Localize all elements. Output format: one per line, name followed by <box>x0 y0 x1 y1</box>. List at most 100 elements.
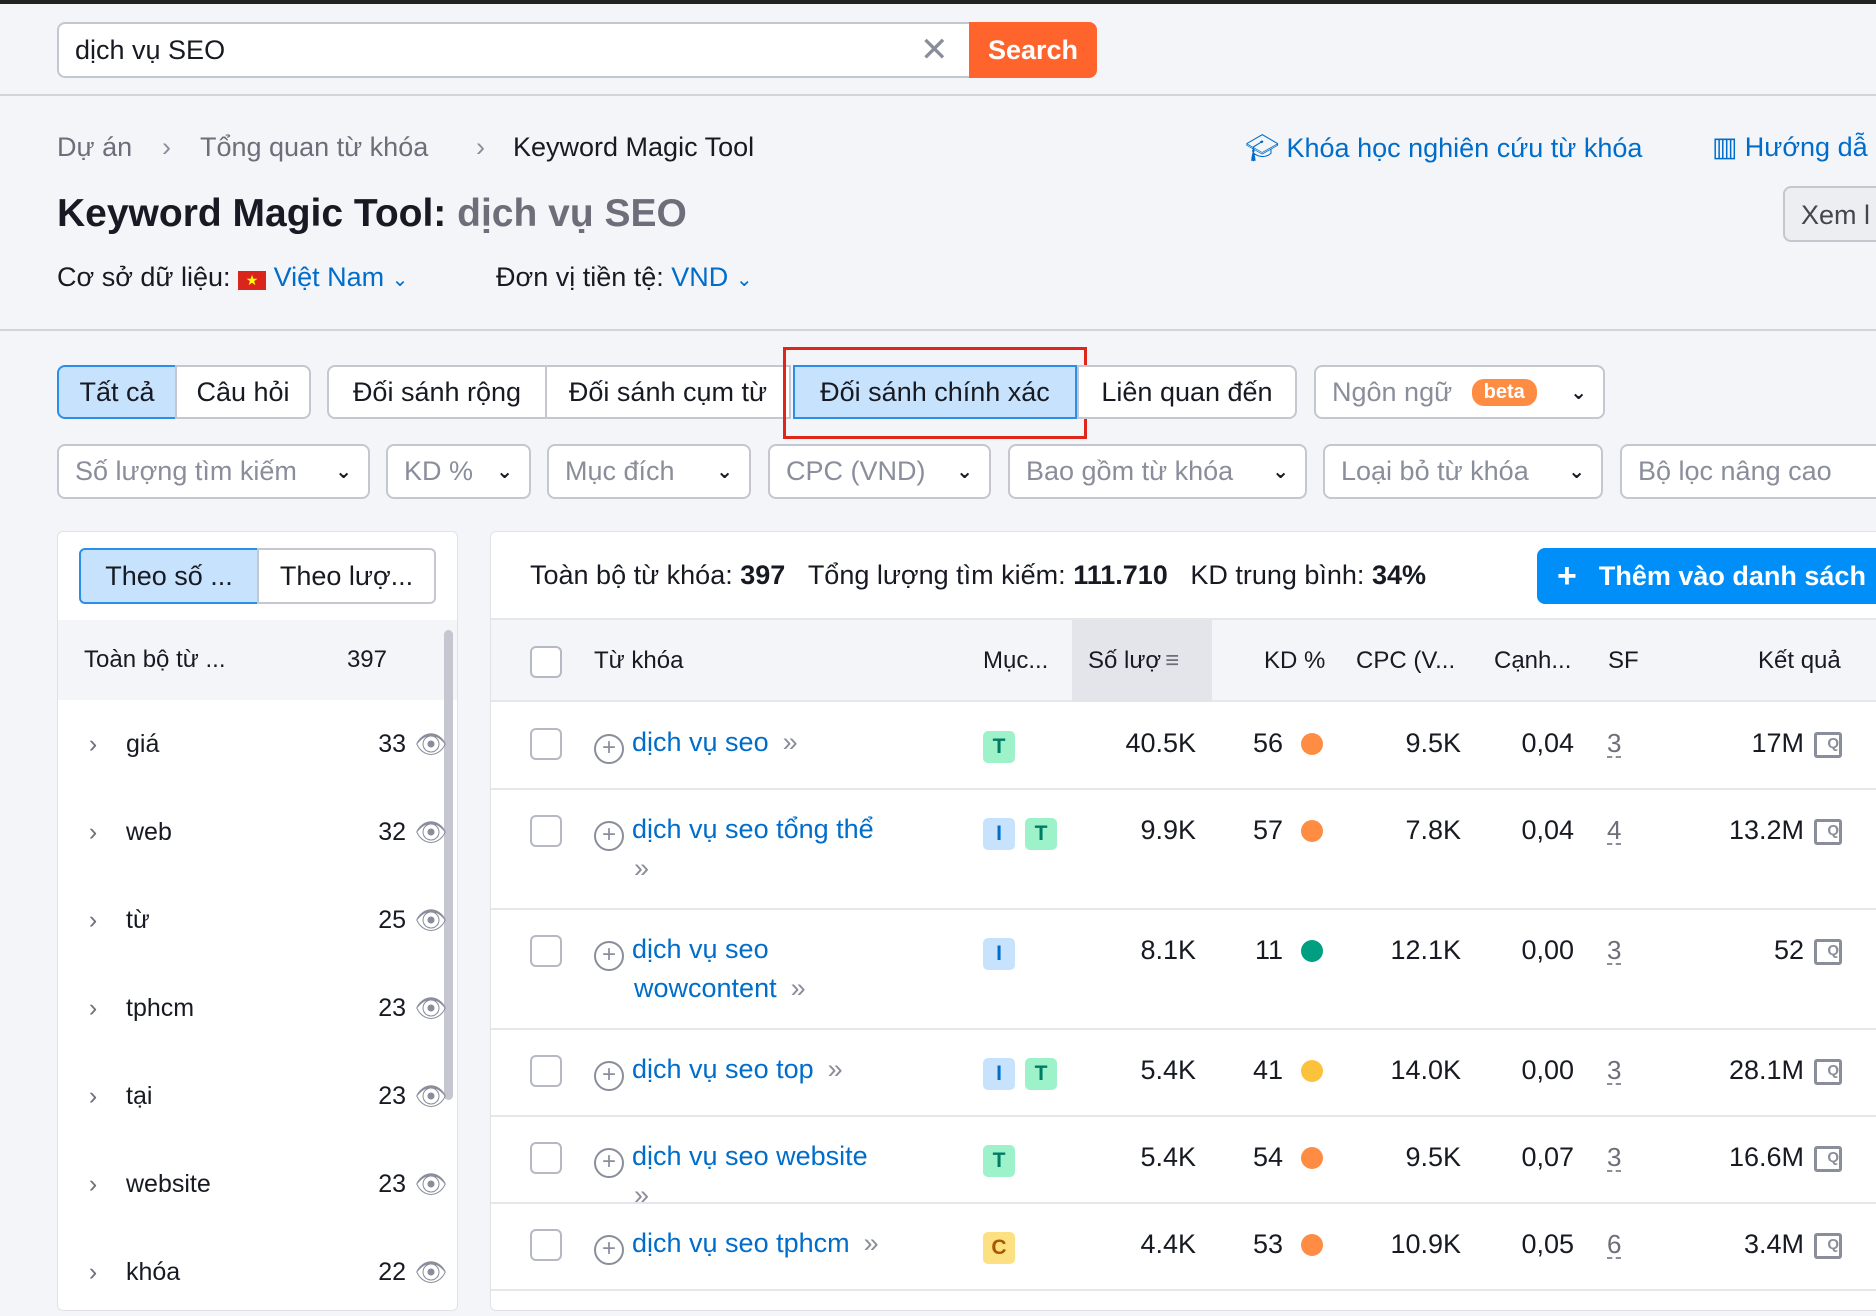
chevron-right-icon[interactable]: › <box>58 1258 108 1287</box>
add-keyword-icon[interactable]: + <box>594 1061 624 1091</box>
chevron-right-icon[interactable]: › <box>58 730 108 759</box>
double-chevron-icon[interactable]: » <box>783 727 798 757</box>
tab-all[interactable]: Tất cả <box>57 365 177 419</box>
keyword-group-item[interactable]: › khóa 22 👁︎ <box>58 1228 456 1316</box>
breadcrumb-overview[interactable]: Tổng quan từ khóa <box>200 132 428 163</box>
keyword-link[interactable]: dịch vụ seo tphcm <box>632 1228 850 1258</box>
row-checkbox[interactable] <box>530 815 562 847</box>
tab-phrase-match[interactable]: Đối sánh cụm từ <box>545 365 791 419</box>
add-to-list-button[interactable]: + Thêm vào danh sách <box>1537 548 1876 604</box>
tab-questions[interactable]: Câu hỏi <box>175 365 311 419</box>
row-checkbox[interactable] <box>530 1229 562 1261</box>
header-sf[interactable]: SF <box>1608 620 1639 702</box>
header-keyword[interactable]: Từ khóa <box>594 620 683 702</box>
group-count: 23 <box>378 1169 406 1198</box>
guide-link[interactable]: ▥ Hướng dẫ <box>1712 132 1868 163</box>
keyword-group-item[interactable]: › giá 33 👁︎ <box>58 700 456 788</box>
serp-icon[interactable]: Q <box>1814 1146 1842 1172</box>
chevron-down-icon: ⌄ <box>956 461 973 483</box>
database-selector[interactable]: Cơ sở dữ liệu: ★ Việt Nam ⌄ <box>57 262 408 293</box>
row-checkbox[interactable] <box>530 728 562 760</box>
filter-kd[interactable]: KD % ⌄ <box>386 444 531 499</box>
eye-icon[interactable]: 👁︎ <box>406 993 456 1024</box>
keyword-group-item[interactable]: › tphcm 23 👁︎ <box>58 964 456 1052</box>
keyword-cell: + dịch vụ seo » <box>594 725 974 764</box>
tab-exact-match[interactable]: Đối sánh chính xác <box>793 365 1077 419</box>
tab-related[interactable]: Liên quan đến <box>1077 365 1297 419</box>
kd-indicator-dot <box>1301 733 1323 755</box>
chevron-right-icon[interactable]: › <box>58 994 108 1023</box>
add-keyword-icon[interactable]: + <box>594 821 624 851</box>
tab-broad-match[interactable]: Đối sánh rộng <box>327 365 547 419</box>
chevron-right-icon[interactable]: › <box>58 1082 108 1111</box>
view-button[interactable]: Xem l <box>1783 186 1876 242</box>
select-all-checkbox[interactable] <box>530 646 562 678</box>
eye-icon[interactable]: 👁︎ <box>406 817 456 848</box>
filter-exclude[interactable]: Loại bỏ từ khóa ⌄ <box>1323 444 1603 499</box>
filter-advanced[interactable]: Bộ lọc nâng cao⌄ <box>1620 444 1876 499</box>
eye-icon[interactable]: 👁︎ <box>406 1257 456 1288</box>
keyword-link[interactable]: dịch vụ seo top <box>632 1054 814 1084</box>
serp-icon[interactable]: Q <box>1814 1233 1842 1259</box>
filter-include[interactable]: Bao gồm từ khóa ⌄ <box>1008 444 1307 499</box>
double-chevron-icon[interactable]: » <box>791 973 806 1003</box>
chevron-right-icon[interactable]: › <box>58 818 108 847</box>
header-competition[interactable]: Cạnh... <box>1494 620 1571 702</box>
keyword-link[interactable]: dịch vụ seo <box>632 727 769 757</box>
header-intent[interactable]: Mục... <box>983 620 1048 702</box>
sf-cell[interactable]: 3 <box>1607 937 1622 965</box>
double-chevron-icon[interactable]: » <box>864 1228 879 1258</box>
double-chevron-icon[interactable]: » <box>634 853 649 883</box>
sf-cell[interactable]: 6 <box>1607 1231 1622 1259</box>
double-chevron-icon[interactable]: » <box>828 1054 843 1084</box>
add-keyword-icon[interactable]: + <box>594 941 624 971</box>
toggle-by-count[interactable]: Theo số ... <box>79 548 259 604</box>
keyword-group-item[interactable]: › web 32 👁︎ <box>58 788 456 876</box>
keyword-group-item[interactable]: › từ 25 👁︎ <box>58 876 456 964</box>
serp-icon[interactable]: Q <box>1814 1059 1842 1085</box>
keyword-link[interactable]: dịch vụ seo <box>632 934 769 964</box>
sf-cell[interactable]: 3 <box>1607 1144 1622 1172</box>
sf-cell[interactable]: 4 <box>1607 817 1622 845</box>
keyword-link[interactable]: dịch vụ seo website <box>632 1141 868 1171</box>
row-checkbox[interactable] <box>530 1142 562 1174</box>
serp-icon[interactable]: Q <box>1814 939 1842 965</box>
sf-cell[interactable]: 3 <box>1607 1057 1622 1085</box>
keyword-link[interactable]: dịch vụ seo tổng thể <box>632 814 874 844</box>
eye-icon[interactable]: 👁︎ <box>406 1081 456 1112</box>
add-keyword-icon[interactable]: + <box>594 1148 624 1178</box>
double-chevron-icon[interactable]: » <box>634 1180 649 1210</box>
serp-icon[interactable]: Q <box>1814 732 1842 758</box>
row-divider <box>491 1202 1876 1204</box>
header-results[interactable]: Kết quả <box>1758 620 1841 702</box>
eye-icon[interactable]: 👁︎ <box>406 905 456 936</box>
eye-icon[interactable]: 👁︎ <box>406 1169 456 1200</box>
add-keyword-icon[interactable]: + <box>594 734 624 764</box>
row-checkbox[interactable] <box>530 1055 562 1087</box>
filter-volume[interactable]: Số lượng tìm kiếm ⌄ <box>57 444 370 499</box>
breadcrumb-projects[interactable]: Dự án <box>57 132 132 163</box>
serp-icon[interactable]: Q <box>1814 819 1842 845</box>
header-cpc[interactable]: CPC (V... <box>1356 620 1455 702</box>
header-volume[interactable]: Số lượ ≡ <box>1088 620 1179 702</box>
chevron-right-icon[interactable]: › <box>58 1170 108 1199</box>
all-keywords-row[interactable]: Toàn bộ từ ... 397 <box>58 620 457 700</box>
search-button[interactable]: Search <box>969 22 1097 78</box>
sf-cell[interactable]: 3 <box>1607 730 1622 758</box>
clear-icon[interactable]: ✕ <box>920 30 949 70</box>
filter-intent[interactable]: Mục đích ⌄ <box>547 444 751 499</box>
language-dropdown[interactable]: Ngôn ngữ beta ⌄ <box>1314 365 1605 419</box>
chevron-right-icon[interactable]: › <box>58 906 108 935</box>
keyword-link-cont[interactable]: wowcontent <box>634 973 777 1003</box>
header-kd[interactable]: KD % <box>1264 620 1325 702</box>
keyword-group-item[interactable]: › tại 23 👁︎ <box>58 1052 456 1140</box>
filter-cpc[interactable]: CPC (VND) ⌄ <box>768 444 991 499</box>
keyword-group-item[interactable]: › website 23 👁︎ <box>58 1140 456 1228</box>
course-link[interactable]: 🎓︎ Khóa học nghiên cứu từ khóa <box>1245 132 1642 164</box>
eye-icon[interactable]: 👁︎ <box>406 729 456 760</box>
row-checkbox[interactable] <box>530 935 562 967</box>
search-input[interactable]: dịch vụ SEO <box>57 22 970 78</box>
currency-selector[interactable]: Đơn vị tiền tệ: VND ⌄ <box>496 262 753 293</box>
add-keyword-icon[interactable]: + <box>594 1235 624 1265</box>
toggle-by-volume[interactable]: Theo lượ... <box>257 548 436 604</box>
